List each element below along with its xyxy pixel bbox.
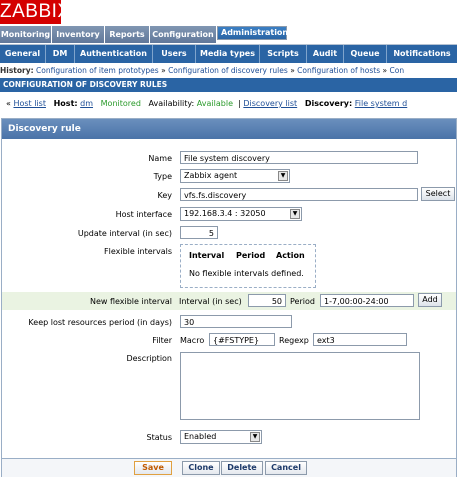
host-interface-label: Host interface	[115, 210, 172, 219]
update-interval-input[interactable]: 5	[180, 226, 218, 239]
new-flex-label: New flexible interval	[89, 297, 172, 306]
history-separator: »	[161, 66, 166, 75]
submenu-general[interactable]: General	[0, 45, 46, 63]
type-select[interactable]: Zabbix agent ▼	[180, 169, 290, 183]
flexible-intervals-table: Interval Period Action No flexible inter…	[180, 244, 316, 288]
keep-lost-input[interactable]: 30	[180, 315, 292, 328]
description-label: Description	[126, 354, 172, 363]
select-button[interactable]: Select	[421, 187, 455, 201]
sub-menu: General DM Authentication Users Media ty…	[0, 45, 457, 63]
availability-value: Available	[196, 99, 234, 108]
host-interface-select[interactable]: 192.168.3.4 : 32050 ▼	[180, 207, 302, 221]
flex-header-period: Period	[236, 251, 266, 260]
history-link[interactable]: Configuration of item prototypes	[36, 66, 159, 75]
key-input[interactable]: vfs.fs.discovery	[180, 188, 418, 201]
chevron-down-icon: ▼	[278, 171, 288, 181]
status-select[interactable]: Enabled ▼	[180, 430, 262, 444]
interval-input[interactable]: 50	[248, 294, 286, 307]
period-input[interactable]: 1-7,00:00-24:00	[320, 294, 414, 307]
status-value: Enabled	[184, 432, 217, 441]
period-label: Period	[290, 297, 315, 306]
clone-button[interactable]: Clone	[182, 461, 220, 475]
monitored-status: Monitored	[100, 99, 141, 108]
submenu-authentication[interactable]: Authentication	[75, 45, 153, 63]
new-flexible-interval-row: New flexible interval Interval (in sec) …	[2, 292, 456, 310]
menu-configuration[interactable]: Configuration	[150, 26, 217, 43]
cancel-button[interactable]: Cancel	[265, 461, 307, 475]
status-label: Status	[146, 433, 173, 442]
submenu-media-types[interactable]: Media types	[196, 45, 260, 63]
host-nav-row: « Host list Host: dm Monitored Availabil…	[6, 99, 408, 108]
history-link[interactable]: Configuration of hosts	[297, 66, 380, 75]
regexp-input[interactable]: ext3	[313, 333, 407, 346]
menu-administration[interactable]: Administration	[217, 26, 288, 40]
type-label: Type	[153, 172, 172, 181]
interval-label: Interval (in sec)	[179, 297, 242, 306]
type-value: Zabbix agent	[184, 171, 238, 180]
macro-label: Macro	[180, 336, 205, 345]
name-input[interactable]: File system discovery	[180, 151, 418, 164]
submenu-users[interactable]: Users	[153, 45, 196, 63]
save-button[interactable]: Save	[134, 461, 172, 475]
regexp-label: Regexp	[279, 336, 309, 345]
description-textarea[interactable]	[180, 352, 420, 420]
history-separator: »	[290, 66, 295, 75]
top-bar: ZABBIX	[0, 0, 457, 26]
key-label: Key	[157, 191, 172, 200]
delete-button[interactable]: Delete	[221, 461, 263, 475]
history-separator: »	[382, 66, 388, 75]
form-footer: Save Clone Delete Cancel	[2, 458, 456, 477]
host-list-link[interactable]: Host list	[13, 99, 46, 108]
history-link[interactable]: Con	[390, 66, 405, 75]
keep-lost-label: Keep lost resources period (in days)	[28, 318, 172, 327]
menu-inventory[interactable]: Inventory	[52, 26, 105, 43]
chevron-down-icon: ▼	[250, 432, 260, 442]
update-interval-label: Update interval (in sec)	[77, 229, 172, 238]
submenu-scripts[interactable]: Scripts	[260, 45, 307, 63]
page-header: CONFIGURATION OF DISCOVERY RULES	[0, 78, 457, 92]
submenu-dm[interactable]: DM	[46, 45, 75, 63]
discovery-link[interactable]: File system d	[355, 99, 407, 108]
submenu-audit[interactable]: Audit	[307, 45, 344, 63]
submenu-queue[interactable]: Queue	[344, 45, 387, 63]
submenu-notifications[interactable]: Notifications	[387, 45, 457, 63]
flex-header-interval: Interval	[189, 251, 225, 260]
chevron-down-icon: ▼	[290, 209, 300, 219]
add-interval-button[interactable]: Add	[418, 293, 442, 307]
discovery-list-link[interactable]: Discovery list	[243, 99, 297, 108]
form-title: Discovery rule	[2, 119, 456, 139]
host-label: Host:	[53, 99, 78, 108]
macro-input[interactable]: {#FSTYPE}	[209, 333, 275, 346]
menu-reports[interactable]: Reports	[105, 26, 150, 43]
name-label: Name	[148, 154, 172, 163]
nav-prefix: «	[6, 99, 11, 108]
history-link[interactable]: Configuration of discovery rules	[168, 66, 288, 75]
discovery-label: Discovery:	[304, 99, 353, 108]
discovery-rule-form: Discovery rule Name File system discover…	[1, 118, 457, 477]
menu-monitoring[interactable]: Monitoring	[0, 26, 52, 43]
filter-label: Filter	[152, 336, 172, 345]
flex-empty-message: No flexible intervals defined.	[189, 269, 304, 278]
host-link[interactable]: dm	[80, 99, 93, 108]
main-menu: Monitoring Inventory Reports Configurati…	[0, 26, 457, 45]
flexible-intervals-label: Flexible intervals	[104, 247, 172, 256]
flex-header-action: Action	[276, 251, 305, 260]
history-label: History:	[0, 66, 34, 75]
zabbix-logo[interactable]: ZABBIX	[0, 0, 70, 24]
history-bar: History: Configuration of item prototype…	[0, 64, 457, 79]
availability-label: Availability:	[148, 99, 195, 108]
host-interface-value: 192.168.3.4 : 32050	[184, 209, 266, 218]
